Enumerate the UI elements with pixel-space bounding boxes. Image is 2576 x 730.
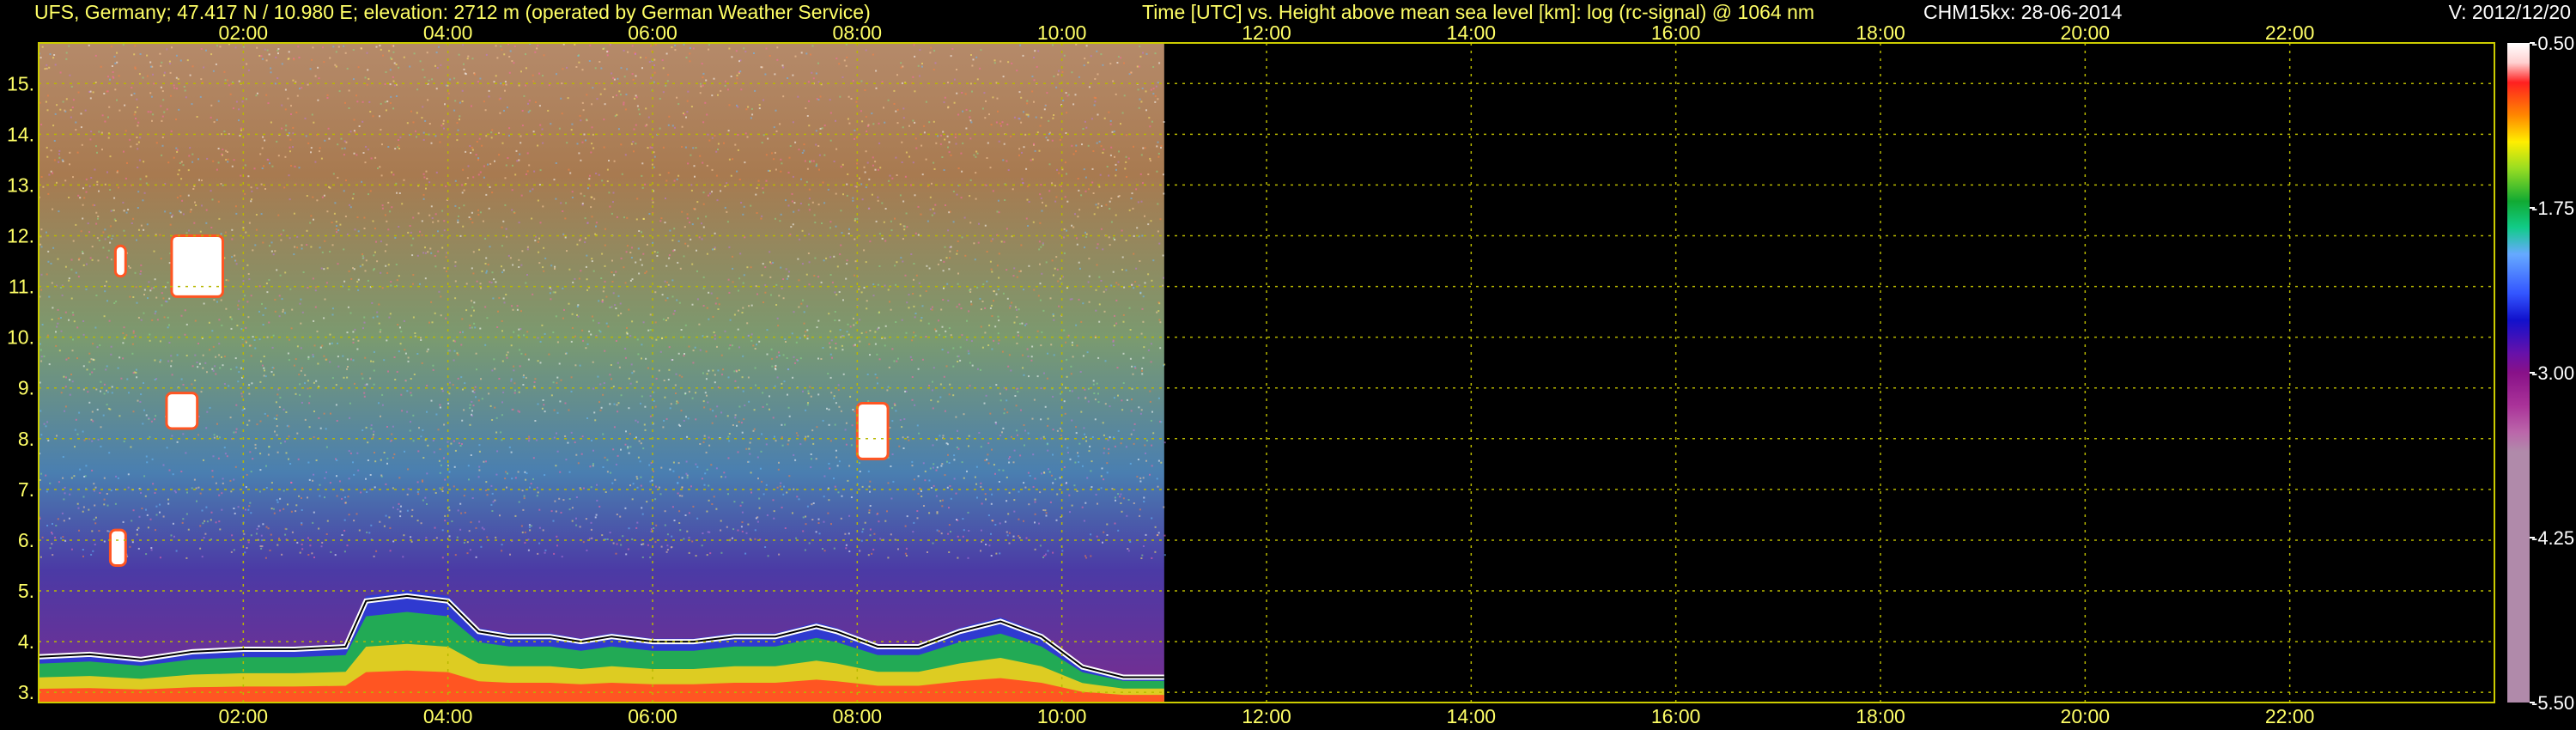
x-axis-top-ticks: 02:00 04:00 06:00 08:00 10:00 12:00 14:00 16:00… <box>219 21 2315 44</box>
y-tick-label: 5. <box>18 580 34 602</box>
x-tick-label-top: 12:00 <box>1242 21 1291 44</box>
colorbar-gradient <box>2507 43 2530 703</box>
colorbar-tick-label: -1.75 <box>2531 198 2574 219</box>
y-tick-label: 12. <box>7 224 34 246</box>
x-tick-label-bottom: 14:00 <box>1447 705 1497 727</box>
y-tick-label: 14. <box>7 123 34 145</box>
y-tick-label: 3. <box>18 681 34 703</box>
ceilometer-chart: 02:00 04:00 06:00 08:00 10:00 12:00 14:00 16:00… <box>7 21 2574 727</box>
x-tick-label-bottom: 08:00 <box>833 705 883 727</box>
x-tick-label-top: 04:00 <box>423 21 473 44</box>
x-tick-label-bottom: 16:00 <box>1651 705 1701 727</box>
y-tick-label: 11. <box>9 276 34 298</box>
x-tick-label-bottom: 22:00 <box>2265 705 2315 727</box>
x-tick-label-top: 08:00 <box>833 21 883 44</box>
x-tick-label-top: 22:00 <box>2265 21 2315 44</box>
y-tick-label: 6. <box>18 529 34 551</box>
x-tick-label-bottom: 12:00 <box>1242 705 1291 727</box>
colorbar-tick-label: -5.50 <box>2531 692 2574 714</box>
y-tick-label: 9. <box>18 377 34 399</box>
x-tick-label-bottom: 18:00 <box>1856 705 1905 727</box>
y-tick-label: 13. <box>7 173 34 196</box>
colorbar: -0.50 -1.75 -3.00 -4.25 -5.50 <box>2507 33 2574 714</box>
x-tick-label-top: 06:00 <box>628 21 677 44</box>
x-tick-label-top: 10:00 <box>1037 21 1087 44</box>
x-tick-label-bottom: 02:00 <box>219 705 269 727</box>
x-tick-label-top: 02:00 <box>219 21 269 44</box>
y-tick-label: 7. <box>18 478 34 501</box>
cloud-4 <box>855 401 890 460</box>
y-tick-label: 15. <box>7 72 34 94</box>
x-tick-label-top: 20:00 <box>2061 21 2111 44</box>
cloud-3 <box>108 528 127 567</box>
colorbar-tick-label: -3.00 <box>2531 362 2574 384</box>
x-tick-label-bottom: 04:00 <box>423 705 473 727</box>
cloud-2 <box>113 244 127 278</box>
x-tick-label-bottom: 10:00 <box>1037 705 1087 727</box>
cloud-1 <box>165 392 199 430</box>
x-tick-label-top: 16:00 <box>1651 21 1701 44</box>
y-tick-label: 10. <box>7 326 34 349</box>
x-tick-label-top: 14:00 <box>1447 21 1497 44</box>
x-tick-label-top: 18:00 <box>1856 21 1905 44</box>
y-tick-label: 8. <box>18 428 34 450</box>
colorbar-tick-label: -4.25 <box>2531 527 2574 549</box>
x-tick-label-bottom: 20:00 <box>2061 705 2111 727</box>
y-tick-label: 4. <box>18 630 34 653</box>
colorbar-tick-label: -0.50 <box>2531 33 2574 54</box>
x-tick-label-bottom: 06:00 <box>628 705 677 727</box>
y-axis-ticks: 3. 4. 5. 6. 7. 8. 9. 10. 11. 12. 13. 14. 15. <box>7 72 34 703</box>
cloud-0 <box>170 234 225 298</box>
x-axis-bottom-ticks: 02:00 04:00 06:00 08:00 10:00 12:00 14:00 16:00… <box>219 705 2315 727</box>
backscatter-heatmap <box>39 43 1166 703</box>
